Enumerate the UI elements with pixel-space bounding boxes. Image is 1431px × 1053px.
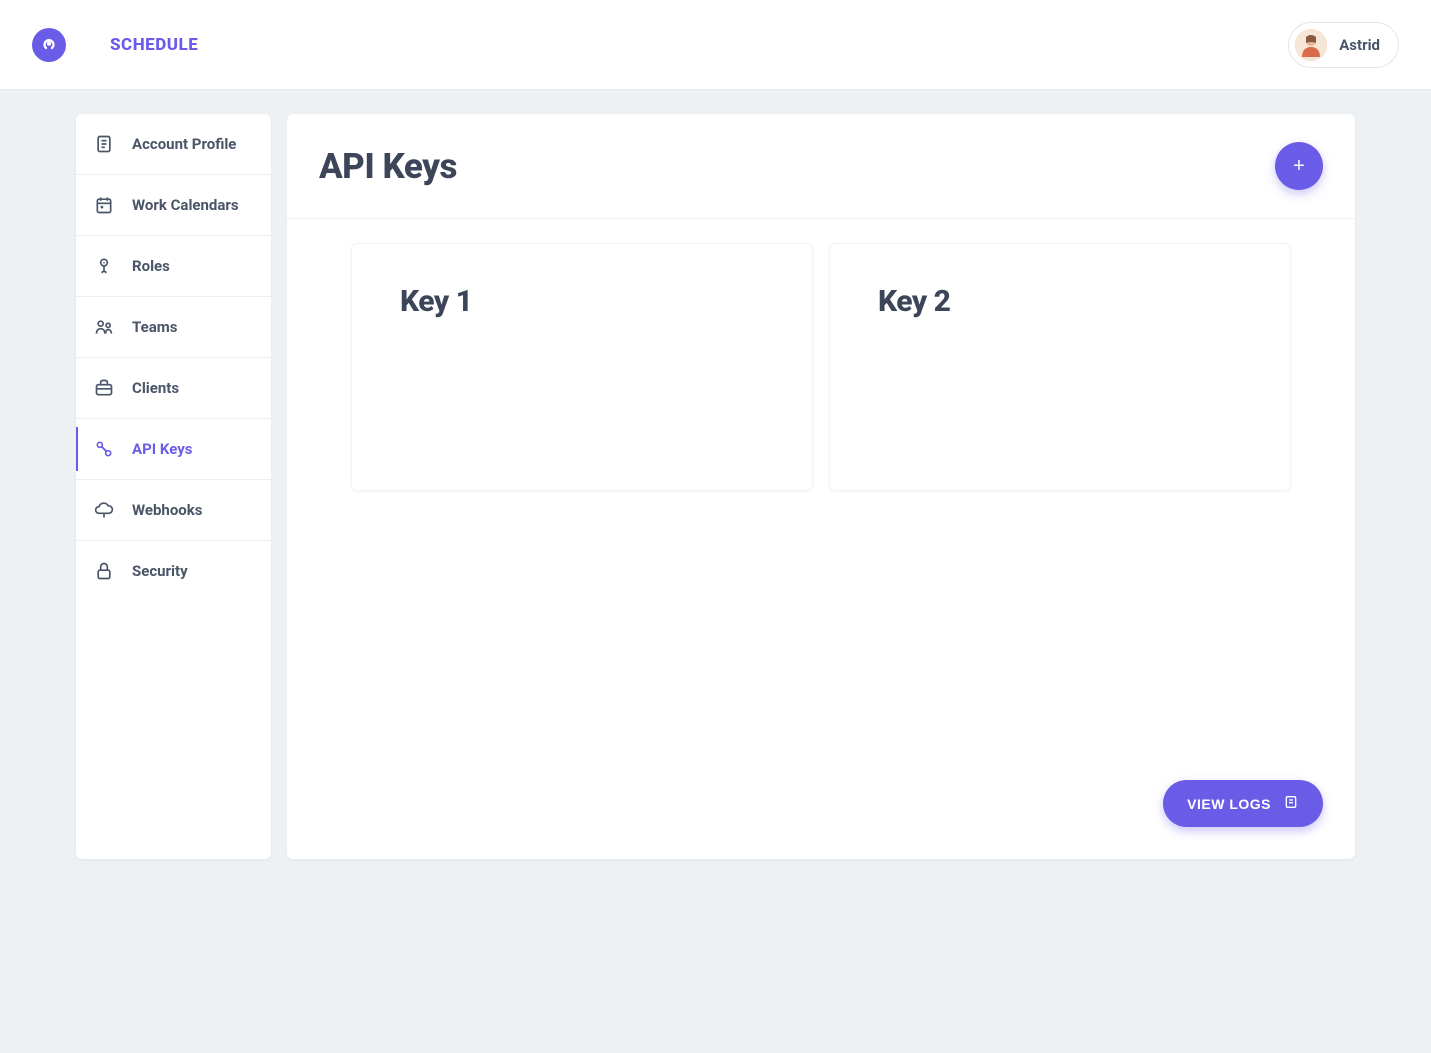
sidebar: Account Profile Work Calendars Roles Tea… — [76, 114, 271, 859]
sidebar-item-label: Security — [132, 562, 188, 580]
header-left: SCHEDULE — [32, 28, 198, 62]
calendar-icon — [94, 195, 114, 215]
teams-icon — [94, 317, 114, 337]
main-panel: API Keys + Key 1 Key 2 VIEW LOGS — [287, 114, 1355, 859]
sidebar-item-teams[interactable]: Teams — [76, 297, 271, 358]
sidebar-item-label: Teams — [132, 318, 177, 336]
api-key-card-title: Key 2 — [878, 284, 1242, 319]
sidebar-item-label: API Keys — [132, 440, 192, 458]
sidebar-item-roles[interactable]: Roles — [76, 236, 271, 297]
keys-icon — [94, 439, 114, 459]
sidebar-item-account-profile[interactable]: Account Profile — [76, 114, 271, 175]
view-logs-label: VIEW LOGS — [1187, 796, 1271, 812]
sidebar-item-label: Work Calendars — [132, 196, 239, 214]
app-logo[interactable] — [32, 28, 66, 62]
api-key-cards: Key 1 Key 2 — [287, 219, 1355, 515]
logs-icon — [1283, 794, 1299, 813]
sidebar-item-security[interactable]: Security — [76, 541, 271, 601]
page-title: API Keys — [319, 146, 457, 187]
api-key-card[interactable]: Key 1 — [351, 243, 813, 491]
cloud-icon — [94, 500, 114, 520]
roles-icon — [94, 256, 114, 276]
app-name[interactable]: SCHEDULE — [110, 35, 198, 55]
content: Account Profile Work Calendars Roles Tea… — [0, 90, 1431, 883]
sidebar-item-label: Webhooks — [132, 501, 203, 519]
briefcase-icon — [94, 378, 114, 398]
avatar — [1295, 29, 1327, 61]
sidebar-item-webhooks[interactable]: Webhooks — [76, 480, 271, 541]
sidebar-item-work-calendars[interactable]: Work Calendars — [76, 175, 271, 236]
sidebar-item-label: Roles — [132, 257, 170, 275]
api-key-card[interactable]: Key 2 — [829, 243, 1291, 491]
sidebar-item-label: Clients — [132, 379, 179, 397]
user-name: Astrid — [1339, 36, 1380, 54]
main-header: API Keys + — [287, 114, 1355, 219]
sidebar-item-api-keys[interactable]: API Keys — [76, 419, 271, 480]
header: SCHEDULE Astrid — [0, 0, 1431, 90]
add-api-key-button[interactable]: + — [1275, 142, 1323, 190]
sidebar-item-clients[interactable]: Clients — [76, 358, 271, 419]
view-logs-button[interactable]: VIEW LOGS — [1163, 780, 1323, 827]
sidebar-item-label: Account Profile — [132, 135, 236, 153]
api-key-card-title: Key 1 — [400, 284, 764, 319]
user-menu[interactable]: Astrid — [1288, 22, 1399, 68]
lock-icon — [94, 561, 114, 581]
document-icon — [94, 134, 114, 154]
